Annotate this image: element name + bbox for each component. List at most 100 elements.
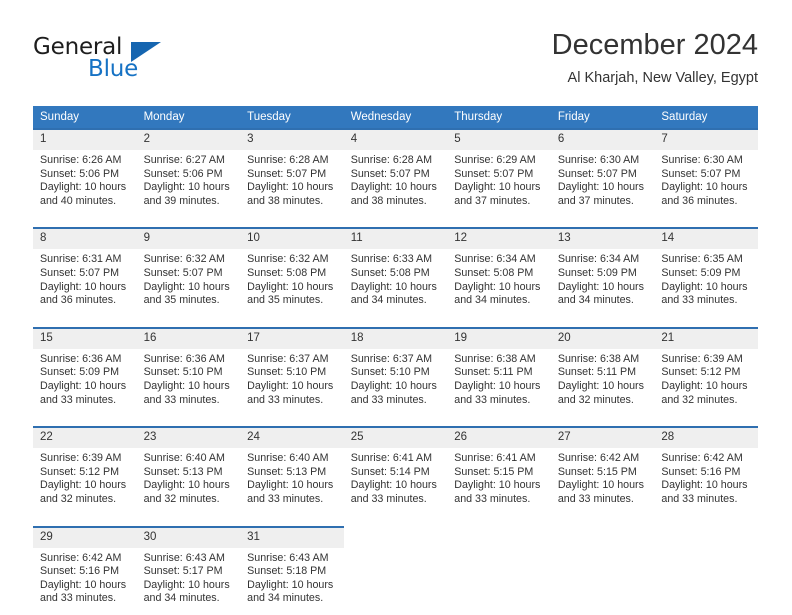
calendar-day-cell[interactable]: 20 Sunrise: 6:38 AM Sunset: 5:11 PM Dayligh…	[550, 326, 655, 417]
day-details: Sunrise: 6:41 AM Sunset: 5:15 PM Daylight:…	[447, 448, 551, 515]
calendar-day-cell[interactable]: 2 Sunrise: 6:27 AM Sunset: 5:06 PM Daylight…	[136, 127, 241, 218]
calendar-day-cell[interactable]: 3 Sunrise: 6:28 AM Sunset: 5:07 PM Daylight…	[240, 127, 344, 218]
daylight-duration-line1: Daylight: 10 hours	[143, 479, 230, 492]
daylight-duration-line2: and 39 minutes.	[143, 194, 220, 207]
weekday-header-friday: Friday	[550, 106, 655, 129]
day-details: Sunrise: 6:27 AM Sunset: 5:06 PM Daylight:…	[137, 150, 241, 217]
calendar-day-cell[interactable]: 7 Sunrise: 6:30 AM Sunset: 5:07 PM Daylight…	[654, 127, 758, 218]
calendar-day-cell[interactable]: 21 Sunrise: 6:39 AM Sunset: 5:12 PM Dayligh…	[654, 326, 758, 417]
day-details: Sunrise: 6:36 AM Sunset: 5:10 PM Daylight:…	[137, 349, 241, 416]
week-spacer-cell	[33, 416, 758, 428]
sunrise-time: Sunrise: 6:39 AM	[661, 352, 743, 365]
calendar-day-cell[interactable]: 17 Sunrise: 6:37 AM Sunset: 5:10 PM Dayligh…	[240, 326, 344, 417]
sunrise-time: Sunrise: 6:43 AM	[143, 551, 225, 564]
calendar-day-cell[interactable]: 12 Sunrise: 6:34 AM Sunset: 5:08 PM Dayligh…	[447, 227, 551, 317]
calendar-day-cell-empty	[654, 527, 758, 615]
title-block: December 2024 Al Kharjah, New Valley, Eg…	[552, 28, 758, 88]
day-number: 24	[240, 428, 344, 449]
calendar-day-cell[interactable]: 14 Sunrise: 6:35 AM Sunset: 5:09 PM Dayligh…	[654, 227, 758, 317]
calendar-day-cell[interactable]: 1 Sunrise: 6:26 AM Sunset: 5:06 PM Daylight…	[33, 127, 137, 218]
day-number: 10	[240, 229, 344, 250]
weekday-header-thursday: Thursday	[447, 106, 551, 129]
calendar-week-row: 15 Sunrise: 6:36 AM Sunset: 5:09 PM Dayligh…	[33, 326, 758, 417]
calendar-day-cell[interactable]: 25 Sunrise: 6:41 AM Sunset: 5:14 PM Dayligh…	[343, 426, 448, 516]
day-details: Sunrise: 6:38 AM Sunset: 5:11 PM Daylight:…	[551, 349, 655, 416]
day-number: 3	[240, 130, 344, 150]
day-details: Sunrise: 6:37 AM Sunset: 5:10 PM Daylight:…	[344, 349, 448, 416]
daylight-duration-line1: Daylight: 10 hours	[247, 280, 334, 293]
day-details: Sunrise: 6:34 AM Sunset: 5:08 PM Daylight:…	[447, 249, 551, 316]
sunset-time: Sunset: 5:14 PM	[350, 465, 430, 478]
weekday-header-saturday: Saturday	[654, 106, 758, 129]
daylight-duration-line2: and 34 minutes.	[143, 592, 220, 605]
day-number: 29	[33, 527, 137, 548]
daylight-duration-line1: Daylight: 10 hours	[350, 280, 437, 293]
sunset-time: Sunset: 5:07 PM	[557, 167, 637, 180]
calendar-day-cell[interactable]: 23 Sunrise: 6:40 AM Sunset: 5:13 PM Dayligh…	[136, 426, 241, 516]
sunrise-time: Sunrise: 6:30 AM	[557, 154, 640, 166]
calendar-day-cell[interactable]: 15 Sunrise: 6:36 AM Sunset: 5:09 PM Dayligh…	[33, 326, 137, 417]
calendar-day-cell[interactable]: 24 Sunrise: 6:40 AM Sunset: 5:13 PM Dayligh…	[240, 426, 344, 516]
daylight-duration-line2: and 33 minutes.	[350, 492, 427, 505]
calendar-day-cell[interactable]: 19 Sunrise: 6:38 AM Sunset: 5:11 PM Dayligh…	[447, 326, 551, 417]
calendar-day-cell[interactable]: 28 Sunrise: 6:42 AM Sunset: 5:16 PM Dayligh…	[654, 426, 758, 516]
daylight-duration-line2: and 33 minutes.	[40, 393, 117, 406]
day-details: Sunrise: 6:38 AM Sunset: 5:11 PM Daylight:…	[447, 349, 551, 416]
sunrise-time: Sunrise: 6:42 AM	[40, 551, 122, 564]
daylight-duration-line1: Daylight: 10 hours	[247, 379, 334, 392]
day-number: 9	[136, 229, 241, 250]
sunset-time: Sunset: 5:13 PM	[247, 465, 327, 478]
calendar-day-cell[interactable]: 11 Sunrise: 6:33 AM Sunset: 5:08 PM Dayligh…	[343, 227, 448, 317]
daylight-duration-line1: Daylight: 10 hours	[661, 181, 748, 194]
sunrise-time: Sunrise: 6:28 AM	[350, 154, 433, 166]
day-number: 11	[343, 229, 448, 250]
calendar-day-cell[interactable]: 16 Sunrise: 6:36 AM Sunset: 5:10 PM Dayligh…	[136, 326, 241, 417]
day-details: Sunrise: 6:33 AM Sunset: 5:08 PM Daylight:…	[344, 249, 448, 316]
day-details: Sunrise: 6:31 AM Sunset: 5:07 PM Daylight:…	[33, 249, 137, 316]
logo-blue-text: Blue	[88, 56, 139, 82]
week-spacer-cell	[33, 316, 758, 328]
sunset-time: Sunset: 5:15 PM	[454, 465, 534, 478]
day-number: 25	[343, 428, 448, 449]
calendar-day-cell[interactable]: 29 Sunrise: 6:42 AM Sunset: 5:16 PM Dayligh…	[33, 525, 137, 615]
daylight-duration-line2: and 38 minutes.	[247, 194, 324, 207]
daylight-duration-line2: and 33 minutes.	[247, 393, 324, 406]
sunset-time: Sunset: 5:18 PM	[247, 565, 327, 578]
sunset-time: Sunset: 5:07 PM	[350, 167, 430, 180]
daylight-duration-line2: and 36 minutes.	[661, 194, 738, 207]
calendar-week-row: 29 Sunrise: 6:42 AM Sunset: 5:16 PM Dayligh…	[33, 525, 758, 615]
calendar-day-cell[interactable]: 13 Sunrise: 6:34 AM Sunset: 5:09 PM Dayligh…	[550, 227, 655, 317]
sunset-time: Sunset: 5:11 PM	[454, 366, 533, 379]
sunrise-time: Sunrise: 6:28 AM	[247, 154, 329, 166]
sunset-time: Sunset: 5:06 PM	[40, 167, 120, 180]
calendar-day-cell[interactable]: 6 Sunrise: 6:30 AM Sunset: 5:07 PM Daylight…	[550, 127, 655, 218]
calendar-day-cell[interactable]: 8 Sunrise: 6:31 AM Sunset: 5:07 PM Daylight…	[33, 227, 137, 317]
calendar-day-cell[interactable]: 4 Sunrise: 6:28 AM Sunset: 5:07 PM Daylight…	[343, 127, 448, 218]
week-spacer	[33, 416, 758, 428]
sunrise-time: Sunrise: 6:41 AM	[350, 452, 433, 465]
calendar-day-cell[interactable]: 10 Sunrise: 6:32 AM Sunset: 5:08 PM Dayligh…	[240, 227, 344, 317]
sunset-time: Sunset: 5:07 PM	[661, 167, 741, 180]
day-number: 16	[136, 328, 241, 349]
daylight-duration-line2: and 33 minutes.	[557, 492, 634, 505]
week-spacer	[33, 515, 758, 527]
calendar-day-cell[interactable]: 22 Sunrise: 6:39 AM Sunset: 5:12 PM Dayligh…	[33, 426, 137, 516]
calendar-day-cell[interactable]: 30 Sunrise: 6:43 AM Sunset: 5:17 PM Dayligh…	[136, 525, 241, 615]
calendar-day-cell[interactable]: 26 Sunrise: 6:41 AM Sunset: 5:15 PM Dayligh…	[447, 426, 551, 516]
daylight-duration-line1: Daylight: 10 hours	[557, 181, 644, 194]
sunset-time: Sunset: 5:10 PM	[247, 366, 327, 379]
calendar-day-cell[interactable]: 5 Sunrise: 6:29 AM Sunset: 5:07 PM Daylight…	[447, 127, 551, 218]
daylight-duration-line2: and 33 minutes.	[143, 393, 220, 406]
calendar-day-cell[interactable]: 18 Sunrise: 6:37 AM Sunset: 5:10 PM Dayligh…	[343, 326, 448, 417]
sunrise-time: Sunrise: 6:29 AM	[454, 154, 536, 166]
calendar-day-cell[interactable]: 27 Sunrise: 6:42 AM Sunset: 5:15 PM Dayligh…	[550, 426, 655, 516]
sunrise-time: Sunrise: 6:31 AM	[40, 253, 122, 266]
calendar-day-cell[interactable]: 9 Sunrise: 6:32 AM Sunset: 5:07 PM Daylight…	[136, 227, 241, 317]
sunrise-time: Sunrise: 6:34 AM	[454, 253, 536, 266]
day-details: Sunrise: 6:28 AM Sunset: 5:07 PM Daylight:…	[344, 150, 448, 217]
daylight-duration-line1: Daylight: 10 hours	[661, 379, 748, 392]
general-blue-logo[interactable]: General Blue	[33, 34, 243, 90]
sunrise-time: Sunrise: 6:35 AM	[661, 253, 743, 266]
sunset-time: Sunset: 5:06 PM	[143, 167, 223, 180]
calendar-day-cell[interactable]: 31 Sunrise: 6:43 AM Sunset: 5:18 PM Dayligh…	[240, 525, 344, 615]
